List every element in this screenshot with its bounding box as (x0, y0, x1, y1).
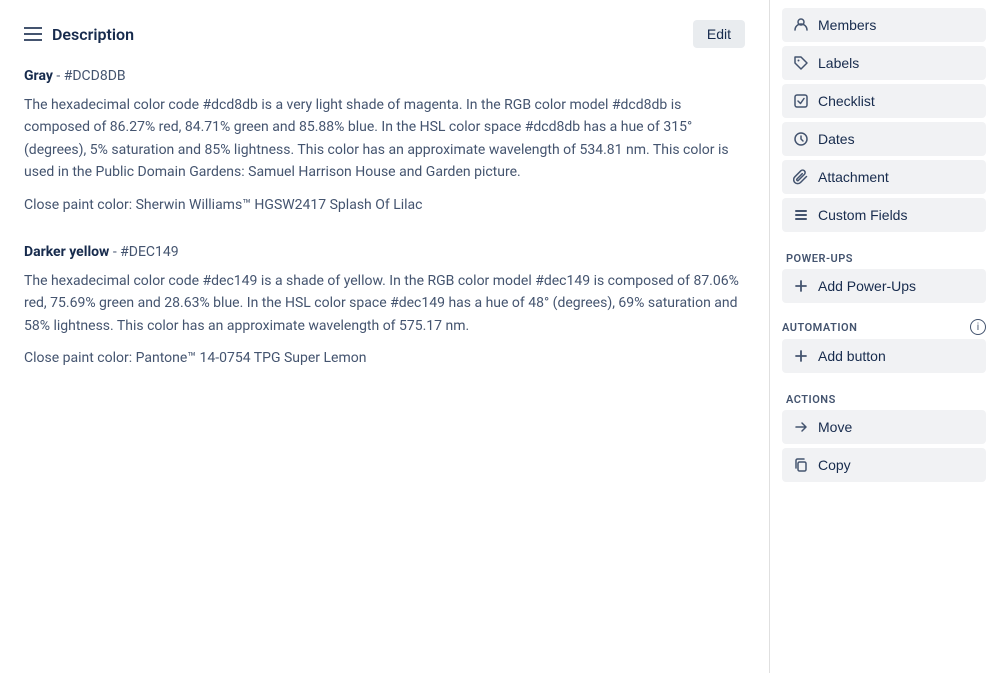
sidebar-button-dates[interactable]: Dates (782, 122, 986, 156)
arrow-right-icon (792, 418, 810, 436)
hamburger-icon[interactable] (24, 27, 42, 41)
main-content: Description Edit Gray - #DCD8DB The hexa… (0, 0, 770, 673)
labels-label: Labels (818, 55, 859, 71)
close-paint-gray: Close paint color: Sherwin Williams™ HGS… (24, 194, 745, 216)
power-ups-section: Power-Ups Add Power-Ups (782, 244, 986, 303)
sidebar-button-members[interactable]: Members (782, 8, 986, 42)
copy-label: Copy (818, 457, 851, 473)
description-title-row: Description (24, 25, 134, 44)
actions-section: Actions Move Copy (782, 385, 986, 482)
attachment-label: Attachment (818, 169, 889, 185)
automation-section: Automation i Add button (782, 315, 986, 373)
paperclip-icon (792, 168, 810, 186)
move-label: Move (818, 419, 852, 435)
automation-header: Automation i (782, 315, 986, 339)
color-title-darker-yellow: Darker yellow - #DEC149 (24, 244, 745, 260)
add-power-ups-button[interactable]: Add Power-Ups (782, 269, 986, 303)
clock-icon (792, 130, 810, 148)
sidebar: Members Labels Checklist Dates (770, 0, 998, 673)
sidebar-button-labels[interactable]: Labels (782, 46, 986, 80)
check-square-icon (792, 92, 810, 110)
color-hex-gray: - #DCD8DB (56, 68, 125, 84)
color-section-darker-yellow: Darker yellow - #DEC149 The hexadecimal … (24, 244, 745, 370)
copy-button[interactable]: Copy (782, 448, 986, 482)
move-button[interactable]: Move (782, 410, 986, 444)
color-description-darker-yellow: The hexadecimal color code #dec149 is a … (24, 270, 745, 337)
sidebar-button-attachment[interactable]: Attachment (782, 160, 986, 194)
automation-label: Automation (782, 321, 857, 334)
edit-button[interactable]: Edit (693, 20, 745, 48)
sidebar-button-checklist[interactable]: Checklist (782, 84, 986, 118)
power-ups-label: Power-Ups (782, 244, 986, 269)
sidebar-button-custom-fields[interactable]: Custom Fields (782, 198, 986, 232)
plus-icon-automation (792, 347, 810, 365)
plus-icon-power-ups (792, 277, 810, 295)
color-description-gray: The hexadecimal color code #dcd8db is a … (24, 94, 745, 184)
add-button-label: Add button (818, 348, 886, 364)
add-power-ups-label: Add Power-Ups (818, 278, 916, 294)
sliders-icon (792, 206, 810, 224)
close-paint-darker-yellow: Close paint color: Pantone™ 14-0754 TPG … (24, 347, 745, 369)
description-title: Description (52, 25, 134, 44)
custom-fields-label: Custom Fields (818, 207, 907, 223)
dates-label: Dates (818, 131, 855, 147)
copy-icon (792, 456, 810, 474)
color-section-gray: Gray - #DCD8DB The hexadecimal color cod… (24, 68, 745, 216)
checklist-label: Checklist (818, 93, 875, 109)
tag-icon (792, 54, 810, 72)
info-icon[interactable]: i (970, 319, 986, 335)
color-hex-darker-yellow: - #DEC149 (113, 244, 179, 260)
add-button-button[interactable]: Add button (782, 339, 986, 373)
members-label: Members (818, 17, 876, 33)
person-icon (792, 16, 810, 34)
color-title-gray: Gray - #DCD8DB (24, 68, 745, 84)
description-header: Description Edit (24, 20, 745, 48)
actions-label: Actions (782, 385, 986, 410)
